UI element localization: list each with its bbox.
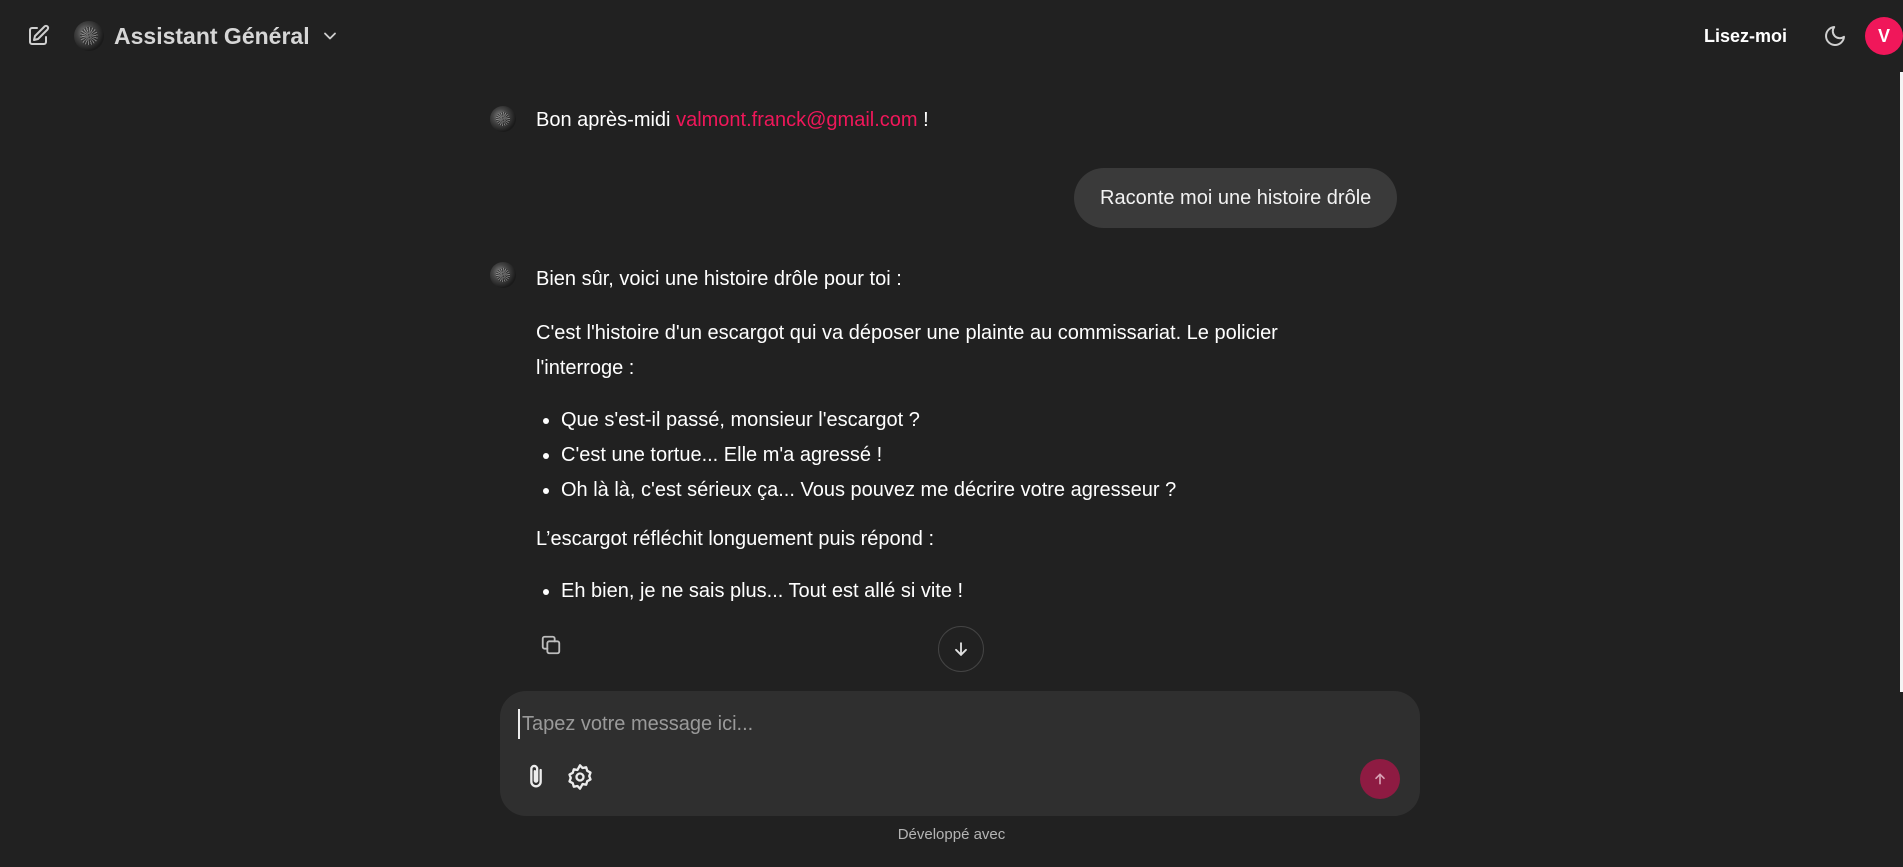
list-item: Eh bien, je ne sais plus... Tout est all… [561,574,1316,609]
list-item: Que s'est-il passé, monsieur l'escargot … [561,403,1316,438]
footer-text: Développé avec [897,826,1006,843]
readme-link[interactable]: Lisez-moi [1704,26,1787,47]
arrow-up-icon [1375,773,1385,785]
settings-button[interactable] [566,763,596,793]
chevron-down-icon [323,32,336,40]
theme-toggle-button[interactable] [1821,22,1849,50]
attach-button[interactable] [522,763,552,793]
list-item: C'est une tortue... Elle m'a agressé ! [561,438,1316,473]
paperclip-icon [530,764,542,788]
message-input[interactable] [518,709,1378,739]
list-item: Oh là là, c'est sérieux ça... Vous pouve… [561,473,1316,508]
user-avatar[interactable]: V [1865,17,1903,55]
scroll-to-bottom-button[interactable] [938,626,984,672]
user-message-text: Raconte moi une histoire drôle [1100,186,1372,209]
assistant-message: Bien sûr, voici une histoire drôle pour … [490,262,1316,623]
reply-paragraph: C'est l'histoire d'un escargot qui va dé… [536,322,1278,379]
assistant-avatar [490,106,516,132]
assistant-message-body: Bien sûr, voici une histoire drôle pour … [536,262,1316,623]
reply-list: Eh bien, je ne sais plus... Tout est all… [561,574,1316,609]
edit-icon [29,24,50,45]
greeting-text: Bon après-midi valmont.franck@gmail.com … [536,106,929,134]
assistant-avatar [490,262,516,288]
reply-list: Que s'est-il passé, monsieur l'escargot … [561,403,1316,508]
greeting-suffix: ! [917,109,929,131]
moon-icon [1825,26,1845,46]
greeting-message: Bon après-midi valmont.franck@gmail.com … [490,106,929,134]
new-chat-button[interactable] [24,22,52,50]
reply-intro: Bien sûr, voici une histoire drôle pour … [536,268,902,290]
reply-paragraph: L’escargot réfléchit longuement puis rép… [536,528,935,550]
gear-icon [568,764,592,790]
send-button[interactable] [1360,759,1400,799]
message-composer [500,691,1420,816]
top-bar: Assistant Général Lisez-moi V [0,0,1903,72]
user-message-bubble: Raconte moi une histoire drôle [1074,168,1398,228]
copy-button[interactable] [540,634,564,658]
arrow-down-icon [955,642,967,656]
model-name: Assistant Général [114,22,310,49]
greeting-email: valmont.franck@gmail.com [676,109,918,131]
model-selector[interactable]: Assistant Général [74,20,340,52]
copy-icon [541,635,561,655]
greeting-prefix: Bon après-midi [536,109,671,131]
model-avatar [74,21,104,51]
